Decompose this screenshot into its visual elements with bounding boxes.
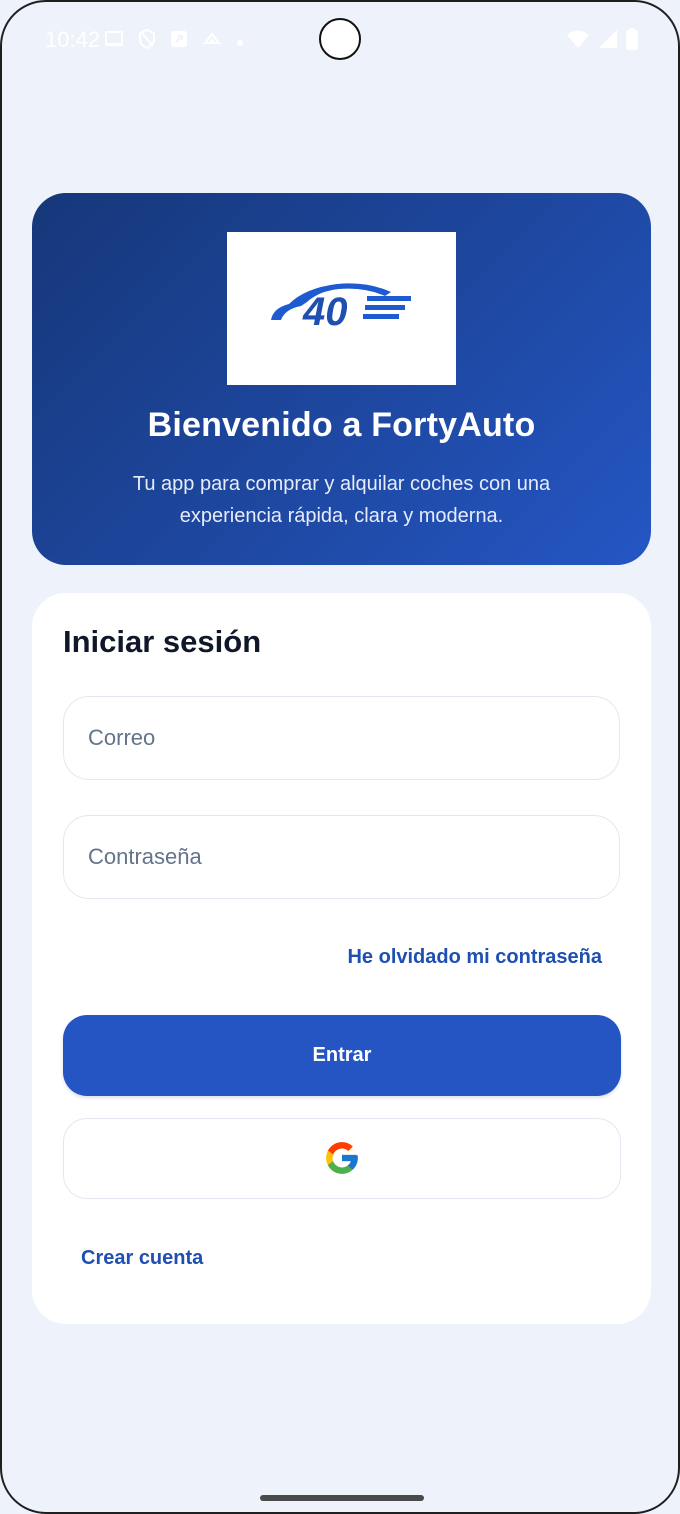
welcome-hero-card: 40 Bienvenido a FortyAuto Tu app para co… — [32, 193, 651, 565]
status-time: 10:42 — [45, 27, 101, 52]
email-field[interactable] — [63, 696, 620, 780]
login-card: Iniciar sesión He olvidado mi contraseña… — [32, 593, 651, 1324]
app-icon — [170, 30, 188, 52]
shield-icon — [138, 28, 156, 53]
status-icons-right — [566, 28, 638, 55]
tablet-icon — [104, 30, 124, 52]
home-indicator[interactable] — [260, 1495, 424, 1501]
password-field[interactable] — [63, 815, 620, 899]
status-icons-left — [104, 28, 244, 53]
google-signin-button[interactable] — [63, 1118, 621, 1199]
dot-icon — [236, 31, 244, 51]
fortyauto-logo-icon: 40 — [271, 283, 411, 334]
welcome-title: Bienvenido a FortyAuto — [147, 406, 536, 444]
google-icon — [326, 1142, 358, 1174]
login-title: Iniciar sesión — [63, 624, 262, 659]
sync-icon — [202, 30, 222, 52]
svg-text:40: 40 — [302, 290, 348, 334]
create-account-link[interactable]: Crear cuenta — [81, 1247, 203, 1270]
welcome-subtitle: Tu app para comprar y alquilar coches co… — [132, 473, 551, 527]
battery-icon — [626, 28, 638, 55]
camera-cutout — [319, 18, 361, 60]
status-bar: 10:42 — [2, 2, 678, 82]
brand-logo: 40 — [227, 232, 456, 385]
phone-frame: 10:42 40 Bienvenido a FortyAuto Tu app p… — [0, 0, 680, 1514]
login-button[interactable]: Entrar — [63, 1015, 621, 1096]
signal-icon — [598, 29, 618, 54]
forgot-password-link[interactable]: He olvidado mi contraseña — [347, 946, 602, 969]
wifi-icon — [566, 29, 590, 54]
